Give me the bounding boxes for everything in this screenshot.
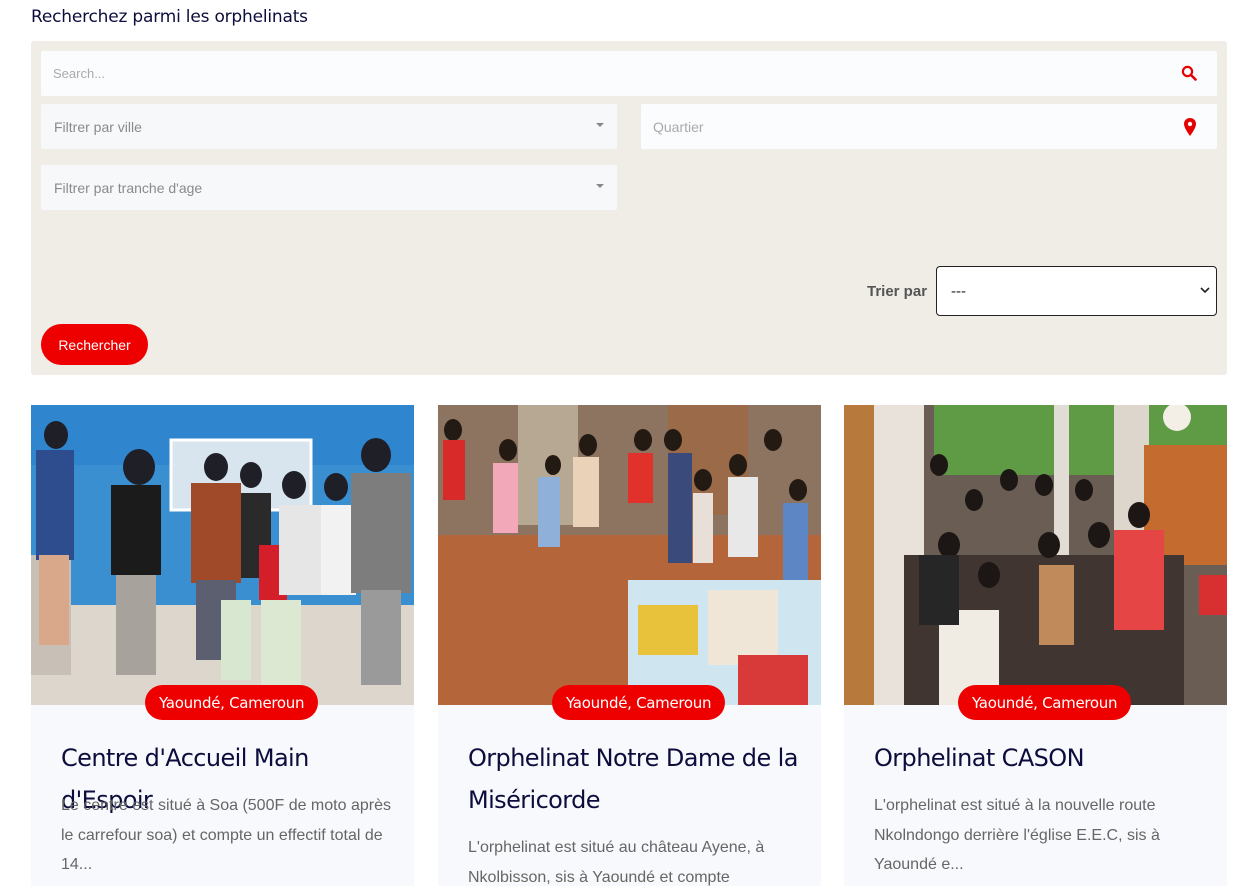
- orphanage-card[interactable]: Yaoundé, Cameroun Orphelinat Notre Dame …: [438, 405, 821, 886]
- page-heading: Recherchez parmi les orphelinats: [31, 7, 308, 27]
- search-placeholder: Search...: [53, 66, 106, 81]
- sort-select[interactable]: ---: [936, 266, 1217, 316]
- location-badge: Yaoundé, Cameroun: [958, 685, 1132, 720]
- chevron-down-icon: [1200, 287, 1210, 294]
- card-description: Le centre est situé à Soa (500F de moto …: [61, 797, 391, 873]
- card-description: L'orphelinat est situé à la nouvelle rou…: [874, 797, 1160, 873]
- location-pin-icon: [1184, 118, 1196, 136]
- sort-label: Trier par: [867, 283, 928, 300]
- card-title[interactable]: Orphelinat CASON: [874, 737, 1209, 779]
- location-badge: Yaoundé, Cameroun: [552, 685, 726, 720]
- district-input[interactable]: Quartier: [641, 104, 1217, 149]
- location-badge: Yaoundé, Cameroun: [145, 685, 319, 720]
- orphanage-photo[interactable]: [438, 405, 821, 705]
- orphanage-photo[interactable]: [31, 405, 414, 705]
- search-button[interactable]: Rechercher: [41, 324, 148, 365]
- city-filter-label: Filtrer par ville: [54, 118, 142, 135]
- orphanage-card[interactable]: Yaoundé, Cameroun Centre d'Accueil Main …: [31, 405, 414, 886]
- filter-panel: Search... Filtrer par ville Quartier Fil…: [31, 41, 1227, 375]
- age-filter-label: Filtrer par tranche d'age: [54, 179, 203, 196]
- district-placeholder: Quartier: [653, 118, 704, 135]
- city-filter-select[interactable]: Filtrer par ville: [41, 104, 617, 149]
- chevron-down-icon: [596, 184, 604, 188]
- search-icon[interactable]: [1181, 65, 1197, 81]
- orphanage-photo[interactable]: [844, 405, 1227, 705]
- search-input[interactable]: Search...: [41, 51, 1217, 96]
- card-description: L'orphelinat est situé au château Ayene,…: [468, 839, 765, 886]
- chevron-down-icon: [596, 123, 604, 127]
- orphanage-card[interactable]: Yaoundé, Cameroun Orphelinat CASON L'orp…: [844, 405, 1227, 886]
- card-title[interactable]: Orphelinat Notre Dame de la Miséricorde: [468, 737, 803, 821]
- sort-value: ---: [951, 282, 966, 300]
- age-filter-select[interactable]: Filtrer par tranche d'age: [41, 165, 617, 210]
